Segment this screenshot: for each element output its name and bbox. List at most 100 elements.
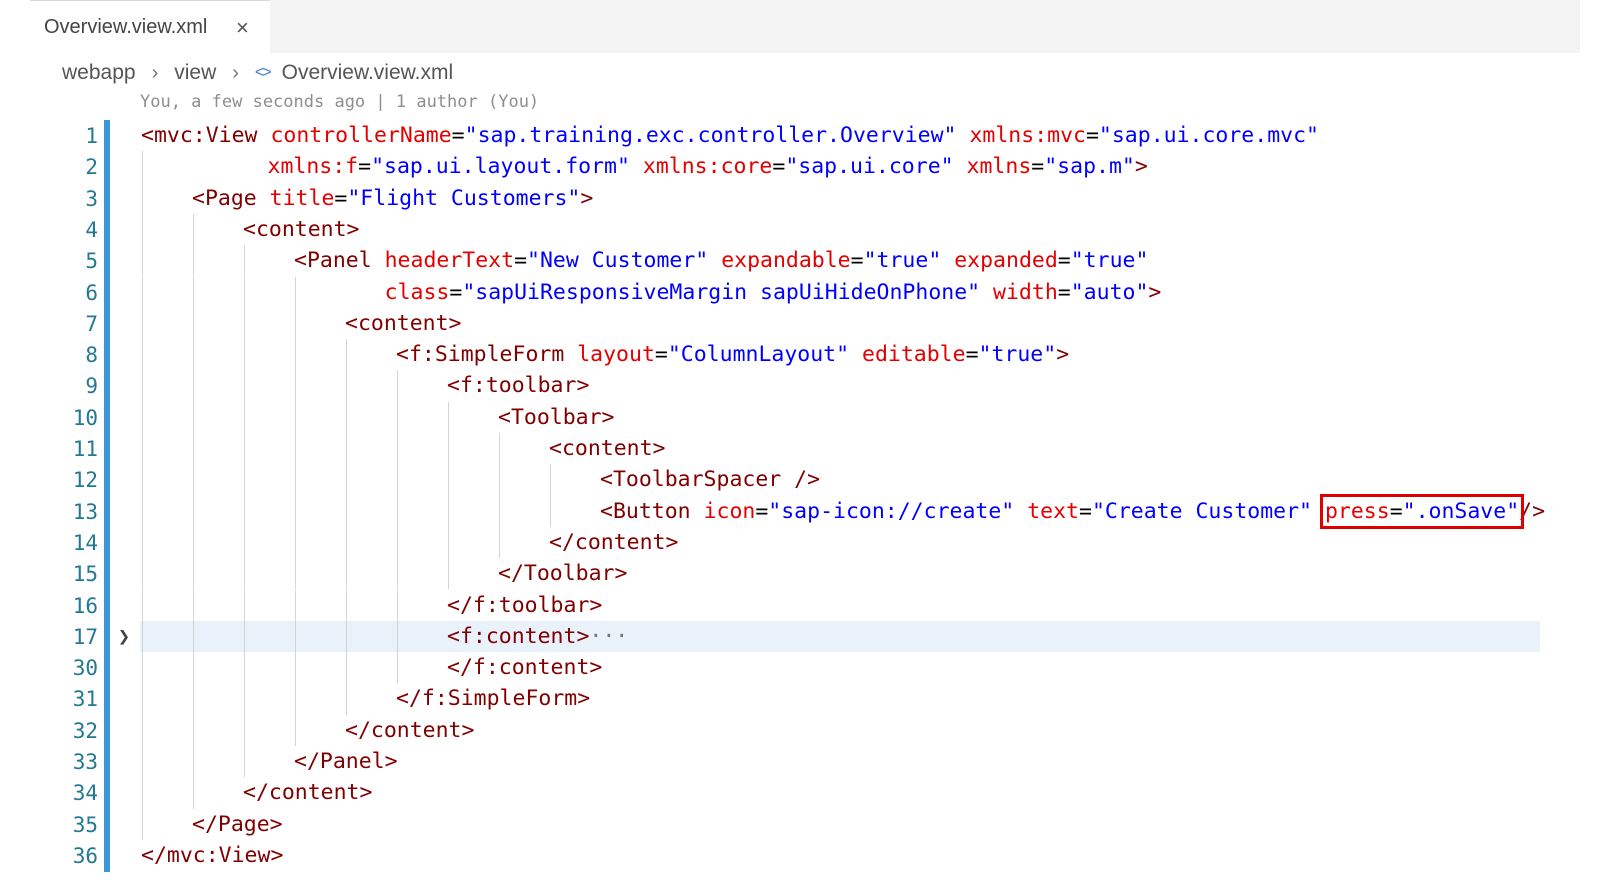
- line-number: 12: [72, 468, 98, 493]
- code-line[interactable]: 16 </f:toolbar>: [0, 589, 1600, 621]
- line-number: 11: [72, 437, 98, 461]
- code-text: <f:SimpleForm layout="ColumnLayout" edit…: [396, 342, 1069, 367]
- code-line[interactable]: 17 ❯ <f:content>···: [0, 620, 1600, 653]
- line-number: 5: [85, 249, 98, 274]
- indent-guide: [193, 620, 194, 653]
- xml-file-icon: <>: [254, 64, 272, 81]
- indent-guide: [397, 495, 398, 527]
- code-editor[interactable]: 1 <mvc:View controllerName="sap.training.…: [0, 120, 1600, 890]
- indent-guide: [397, 370, 398, 402]
- current-line-highlight: [140, 620, 1540, 653]
- close-icon[interactable]: ×: [236, 15, 249, 41]
- git-blame-annotation[interactable]: You, a few seconds ago | 1 author (You): [140, 92, 539, 112]
- code-line[interactable]: 14 </content>: [0, 526, 1600, 559]
- code-line[interactable]: 6 class="sapUiResponsiveMargin sapUiHideO…: [0, 276, 1600, 308]
- indent-guide: [244, 339, 245, 371]
- indent-guide: [346, 433, 347, 465]
- indent-guide: [244, 370, 245, 402]
- indent-guide: [346, 652, 347, 684]
- code-line[interactable]: 3 <Page title="Flight Customers">: [0, 182, 1600, 214]
- code-line[interactable]: 13 <Button icon="sap-icon://create" text=…: [0, 493, 1600, 529]
- indent-guide: [193, 339, 194, 371]
- code-line[interactable]: 31 </f:SimpleForm>: [0, 683, 1600, 715]
- code-line[interactable]: 10 <Toolbar>: [0, 401, 1600, 433]
- code-line[interactable]: 34 </content>: [0, 777, 1600, 809]
- tab-overview-view-xml[interactable]: Overview.view.xml ×: [30, 0, 270, 53]
- code-line[interactable]: 5 <Panel headerText="New Customer" expand…: [0, 245, 1600, 277]
- indent-guide: [142, 245, 143, 277]
- indent-guide: [244, 245, 245, 277]
- indent-guide: [142, 401, 143, 433]
- fold-chevron-icon[interactable]: ❯: [118, 624, 130, 648]
- indent-guide: [142, 307, 143, 340]
- indent-guide: [295, 620, 296, 653]
- indent-guide: [499, 464, 500, 496]
- indent-guide: [193, 213, 194, 246]
- indent-guide: [193, 401, 194, 433]
- indent-guide: [346, 464, 347, 496]
- indent-guide: [142, 370, 143, 402]
- code-line[interactable]: 30 </f:content>: [0, 652, 1600, 684]
- code-line[interactable]: 32 </content>: [0, 714, 1600, 746]
- code-line[interactable]: 9 <f:toolbar>: [0, 370, 1600, 402]
- breadcrumb-webapp[interactable]: webapp: [62, 61, 136, 85]
- code-token: "New Customer": [527, 248, 709, 274]
- code-line[interactable]: 2 xmlns:f="sap.ui.layout.form" xmlns:core…: [0, 151, 1600, 182]
- code-line[interactable]: 33 </Panel>: [0, 746, 1600, 778]
- indent-guide: [244, 464, 245, 496]
- code-line[interactable]: 15 </Toolbar>: [0, 558, 1600, 590]
- line-number: 32: [72, 718, 98, 743]
- indent-guide: [295, 652, 296, 684]
- line-number: 13: [72, 499, 98, 524]
- indent-guide: [346, 526, 347, 559]
- tab-bar: Overview.view.xml ×: [30, 0, 1580, 53]
- code-line[interactable]: 36 </mvc:View>: [0, 840, 1600, 871]
- code-text: </mvc:View>: [141, 843, 283, 868]
- indent-guide: [448, 433, 449, 465]
- indent-guide: [244, 433, 245, 465]
- line-number: 35: [72, 812, 98, 837]
- code-line[interactable]: 4 <content>: [0, 213, 1600, 246]
- code-token: "sap-icon://create": [768, 498, 1015, 524]
- indent-guide: [142, 620, 143, 653]
- code-token: controllerName: [270, 123, 452, 148]
- indent-guide: [244, 683, 245, 715]
- indent-guide: [550, 464, 551, 496]
- code-text: <Page title="Flight Customers">: [192, 186, 593, 211]
- code-text: </content>: [549, 530, 678, 555]
- code-line[interactable]: 12 <ToolbarSpacer />: [0, 464, 1600, 496]
- code-token: =: [1057, 248, 1071, 274]
- code-line[interactable]: 11 <content>: [0, 433, 1600, 465]
- code-text: <content>: [345, 311, 462, 336]
- indent-guide: [142, 589, 143, 621]
- code-line[interactable]: 8 <f:SimpleForm layout="ColumnLayout" edi…: [0, 339, 1600, 371]
- indent-guide: [346, 620, 347, 653]
- code-token: text: [1027, 498, 1079, 524]
- code-token: "Create Customer": [1091, 498, 1312, 524]
- code-line[interactable]: 35 </Page>: [0, 808, 1600, 840]
- code-text: </content>: [345, 718, 474, 743]
- breadcrumb-file[interactable]: Overview.view.xml: [282, 61, 454, 85]
- code-token: "sap.ui.core.mvc": [1098, 123, 1319, 148]
- code-token: =: [1389, 498, 1403, 524]
- code-token: xmlns:f: [267, 154, 359, 180]
- code-text: </Page>: [192, 812, 283, 837]
- indent-guide: [550, 495, 551, 527]
- code-line[interactable]: 1 <mvc:View controllerName="sap.training.…: [0, 120, 1600, 151]
- code-token: press: [1324, 498, 1390, 524]
- indent-guide: [193, 495, 194, 527]
- indent-guide: [448, 526, 449, 559]
- code-line[interactable]: 7 <content>: [0, 307, 1600, 340]
- code-token: <Page: [192, 185, 270, 211]
- indent-guide: [142, 777, 143, 809]
- code-token: >: [1056, 342, 1070, 368]
- indent-guide: [295, 433, 296, 465]
- code-token: =: [1078, 498, 1092, 524]
- code-token: ".onSave": [1402, 498, 1520, 524]
- code-token: "auto": [1070, 279, 1149, 305]
- breadcrumb-view[interactable]: view: [174, 61, 216, 85]
